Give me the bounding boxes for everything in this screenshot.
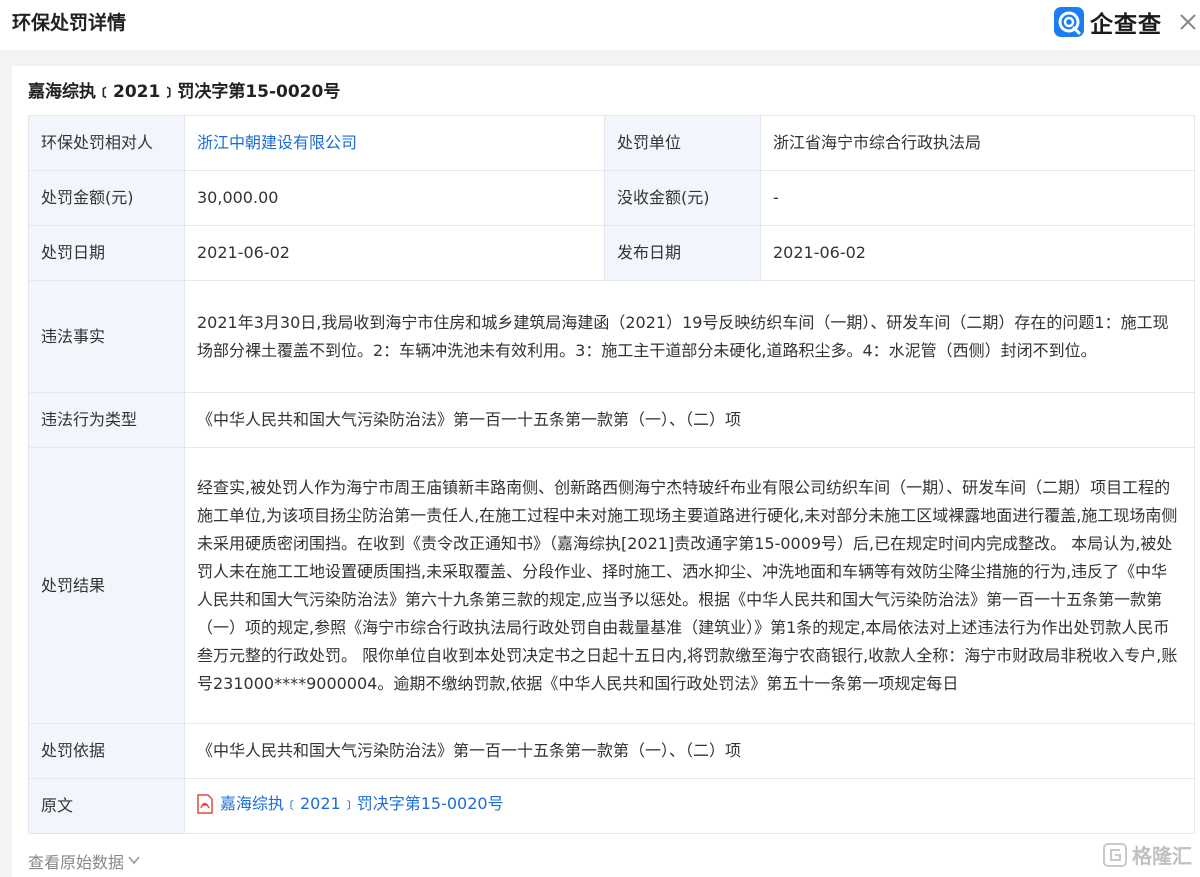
brand: 企查查 xyxy=(1054,6,1162,38)
basis-value: 《中华人民共和国大气污染防治法》第一百一十五条第一款第（一）、（二）项 xyxy=(184,723,1195,779)
publish-date-label: 发布日期 xyxy=(604,225,761,281)
amount-label: 处罚金额(元) xyxy=(28,170,185,226)
table-row: 处罚金额(元) 30,000.00 没收金额(元) - xyxy=(28,170,1195,226)
table-row: 处罚结果 经查实,被处罚人作为海宁市周王庙镇新丰路南侧、创新路西侧海宁杰特玻纤布… xyxy=(28,447,1195,724)
brand-name: 企查查 xyxy=(1090,12,1162,38)
detail-table: 环保处罚相对人 浙江中朝建设有限公司 处罚单位 浙江省海宁市综合行政执法局 处罚… xyxy=(28,115,1195,834)
table-row: 处罚依据 《中华人民共和国大气污染防治法》第一百一十五条第一款第（一）、（二）项 xyxy=(28,723,1195,779)
party-link[interactable]: 浙江中朝建设有限公司 xyxy=(184,115,605,171)
penalty-date-value: 2021-06-02 xyxy=(184,225,605,281)
confiscation-value: - xyxy=(760,170,1195,226)
publish-date-value: 2021-06-02 xyxy=(760,225,1195,281)
original-label: 原文 xyxy=(28,778,185,834)
view-raw-data-toggle[interactable]: 查看原始数据 xyxy=(28,849,141,873)
qcc-logo-icon xyxy=(1054,7,1084,37)
table-row: 原文 嘉海综执﹝2021﹞罚决字第15-0020号 xyxy=(28,778,1195,834)
party-label: 环保处罚相对人 xyxy=(28,115,185,171)
result-value: 经查实,被处罚人作为海宁市周王庙镇新丰路南侧、创新路西侧海宁杰特玻纤布业有限公司… xyxy=(184,447,1195,724)
violation-type-value: 《中华人民共和国大气污染防治法》第一百一十五条第一款第（一）、（二）项 xyxy=(184,392,1195,448)
penalty-date-label: 处罚日期 xyxy=(28,225,185,281)
table-row: 违法事实 2021年3月30日,我局收到海宁市住房和城乡建筑局海建函（2021）… xyxy=(28,280,1195,393)
detail-panel: 嘉海综执﹝2021﹞罚决字第15-0020号 环保处罚相对人 浙江中朝建设有限公… xyxy=(12,66,1200,877)
unit-value: 浙江省海宁市综合行政执法局 xyxy=(760,115,1195,171)
facts-value: 2021年3月30日,我局收到海宁市住房和城乡建筑局海建函（2021）19号反映… xyxy=(184,280,1195,393)
basis-label: 处罚依据 xyxy=(28,723,185,779)
top-bar: 环保处罚详情 企查查 xyxy=(0,0,1200,50)
original-doc-link[interactable]: 嘉海综执﹝2021﹞罚决字第15-0020号 xyxy=(184,778,1195,834)
document-title: 嘉海综执﹝2021﹞罚决字第15-0020号 xyxy=(28,82,341,102)
page-title: 环保处罚详情 xyxy=(12,12,127,34)
unit-label: 处罚单位 xyxy=(604,115,761,171)
confiscation-label: 没收金额(元) xyxy=(604,170,761,226)
watermark: 格隆汇 xyxy=(1102,840,1192,869)
table-row: 处罚日期 2021-06-02 发布日期 2021-06-02 xyxy=(28,225,1195,281)
amount-value: 30,000.00 xyxy=(184,170,605,226)
table-row: 违法行为类型 《中华人民共和国大气污染防治法》第一百一十五条第一款第（一）、（二… xyxy=(28,392,1195,448)
watermark-logo-icon xyxy=(1103,842,1127,867)
close-icon[interactable] xyxy=(1176,10,1200,34)
chevron-down-icon xyxy=(127,852,141,871)
pdf-icon xyxy=(197,793,213,814)
facts-label: 违法事实 xyxy=(28,280,185,393)
result-label: 处罚结果 xyxy=(28,447,185,724)
violation-type-label: 违法行为类型 xyxy=(28,392,185,448)
table-row: 环保处罚相对人 浙江中朝建设有限公司 处罚单位 浙江省海宁市综合行政执法局 xyxy=(28,115,1195,171)
